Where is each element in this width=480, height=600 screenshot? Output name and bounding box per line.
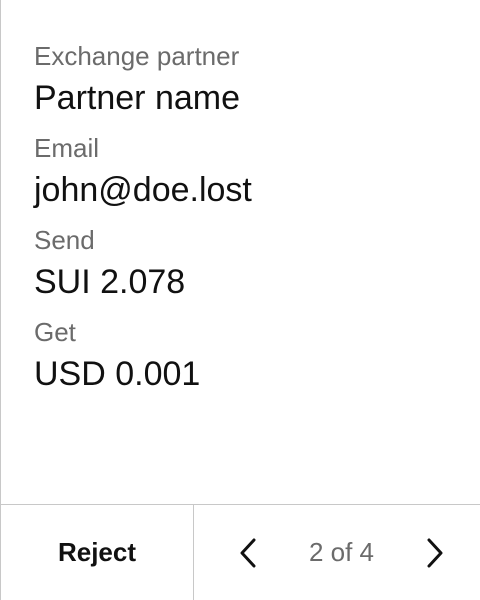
prev-button[interactable]	[228, 531, 268, 575]
field-label: Email	[34, 133, 100, 163]
details-list: Exchange partner Partner name Email john…	[34, 40, 460, 408]
field-email: Email john@doe.lost	[34, 132, 460, 210]
chevron-left-icon	[240, 538, 256, 567]
field-value: Partner name	[34, 79, 240, 117]
chevron-right-icon	[427, 538, 443, 567]
field-send: Send SUI 2.078	[34, 224, 460, 302]
next-button[interactable]	[415, 531, 455, 575]
action-footer: Reject 2 of 4	[1, 504, 480, 600]
page-counter: 2 of 4	[308, 537, 375, 567]
field-label: Get	[34, 317, 76, 347]
reject-button[interactable]: Reject	[1, 505, 194, 600]
field-label: Send	[34, 225, 95, 255]
field-get: Get USD 0.001	[34, 316, 460, 394]
field-value: USD 0.001	[34, 355, 201, 393]
field-label: Exchange partner	[34, 41, 240, 71]
transaction-review-screen: Exchange partner Partner name Email john…	[0, 0, 480, 600]
field-exchange-partner: Exchange partner Partner name	[34, 40, 460, 118]
field-value: SUI 2.078	[34, 263, 186, 301]
field-value: john@doe.lost	[34, 171, 252, 209]
pagination: 2 of 4	[194, 505, 480, 600]
